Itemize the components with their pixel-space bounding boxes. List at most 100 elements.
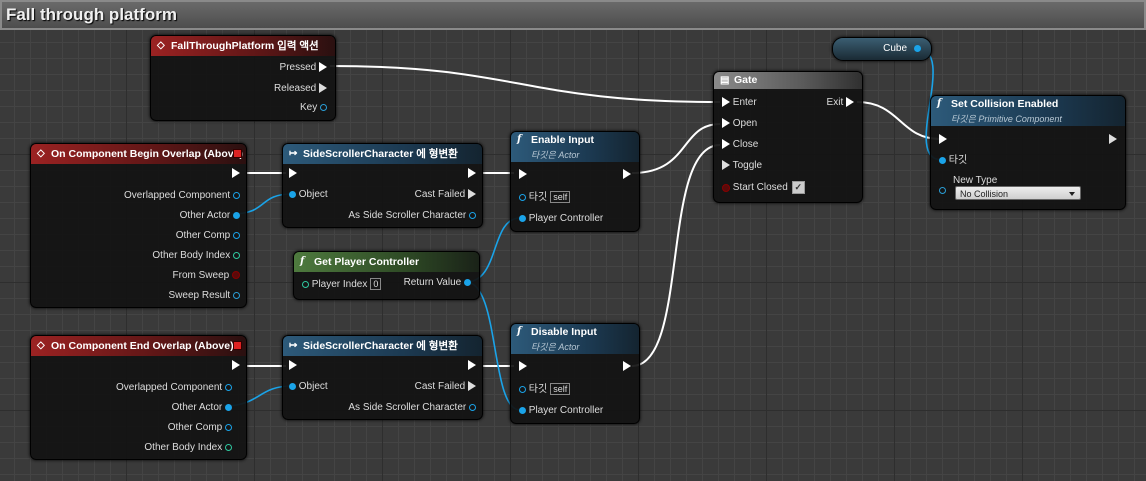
object-pin-icon[interactable] <box>225 403 232 411</box>
object-pin-icon[interactable] <box>289 382 296 390</box>
start-closed-pin[interactable]: Start Closed ✓ <box>722 181 805 194</box>
object-pin-icon[interactable] <box>519 214 526 222</box>
exec-pin-icon[interactable] <box>623 361 631 372</box>
exec-pin-icon[interactable] <box>846 97 854 108</box>
object-pin-icon[interactable] <box>289 190 296 198</box>
exec-pin-icon[interactable] <box>519 169 527 180</box>
disable-input-node[interactable]: f Disable Input 타깃은 Actor 타깃 self Player … <box>510 323 640 424</box>
overlapped-component-pin[interactable]: Overlapped Component <box>116 382 232 394</box>
close-pin[interactable]: Close <box>722 139 758 151</box>
exec-pin-icon[interactable] <box>468 189 476 200</box>
exec-pin-icon[interactable] <box>722 160 730 171</box>
exec-pin-icon[interactable] <box>468 360 476 371</box>
set-collision-enabled-node[interactable]: f Set Collision Enabled 타깃은 Primitive Co… <box>930 95 1126 210</box>
enum-pin-icon[interactable] <box>939 186 946 194</box>
other-actor-pin[interactable]: Other Actor <box>180 210 240 222</box>
object-pin-icon[interactable] <box>519 385 526 393</box>
exec-out-pin[interactable] <box>232 168 240 180</box>
int-pin-icon[interactable] <box>225 443 232 451</box>
object-pin-icon[interactable] <box>464 278 471 286</box>
as-character-pin[interactable]: As Side Scroller Character <box>348 210 476 222</box>
begin-overlap-node[interactable]: ◇ On Component Begin Overlap (Above) Ove… <box>30 143 247 308</box>
object-pin[interactable]: Object <box>289 381 328 393</box>
exec-pin-icon[interactable] <box>939 134 947 145</box>
cube-variable-node[interactable]: Cube <box>832 37 932 61</box>
object-pin-icon[interactable] <box>225 423 232 431</box>
exec-out-pin[interactable] <box>1109 134 1117 146</box>
object-pin-icon[interactable] <box>469 403 476 411</box>
target-pin[interactable]: 타깃 self <box>519 383 571 396</box>
exec-pin-icon[interactable] <box>289 168 297 179</box>
int-pin-icon[interactable] <box>302 280 309 288</box>
delegate-pin-icon[interactable] <box>233 149 242 158</box>
object-pin-icon[interactable] <box>469 211 476 219</box>
overlapped-component-pin[interactable]: Overlapped Component <box>124 190 240 202</box>
player-controller-pin[interactable]: Player Controller <box>519 213 603 225</box>
object-pin[interactable]: Object <box>289 189 328 201</box>
exec-pin-icon[interactable] <box>232 168 240 179</box>
start-closed-checkbox[interactable]: ✓ <box>791 181 805 194</box>
as-character-pin[interactable]: As Side Scroller Character <box>348 402 476 414</box>
sweep-result-pin[interactable]: Sweep Result <box>169 290 240 302</box>
return-value-pin[interactable]: Return Value <box>404 277 471 289</box>
open-pin[interactable]: Open <box>722 118 757 130</box>
struct-pin-icon[interactable] <box>320 103 327 111</box>
exec-in-pin[interactable] <box>289 360 297 372</box>
exec-pin-icon[interactable] <box>319 62 327 73</box>
other-comp-pin[interactable]: Other Comp <box>168 422 232 434</box>
object-pin-icon[interactable] <box>519 193 526 201</box>
other-body-index-pin[interactable]: Other Body Index <box>144 442 232 454</box>
exec-in-pin[interactable] <box>519 169 527 181</box>
player-index-pin[interactable]: Player Index 0 <box>302 278 382 291</box>
from-sweep-pin[interactable]: From Sweep <box>173 270 240 282</box>
object-pin-icon[interactable] <box>233 231 240 239</box>
exec-out-pin[interactable] <box>623 169 631 181</box>
bool-pin-icon[interactable] <box>232 271 240 280</box>
cast-node-begin[interactable]: ↦ SideScrollerCharacter 에 형변환 Object Cas… <box>282 143 483 228</box>
enter-pin[interactable]: Enter <box>722 97 757 109</box>
exec-pin-icon[interactable] <box>468 168 476 179</box>
object-pin-icon[interactable] <box>519 406 526 414</box>
exec-out-pin[interactable] <box>468 168 476 180</box>
exec-in-pin[interactable] <box>939 134 947 146</box>
exec-pin-icon[interactable] <box>722 97 730 108</box>
input-action-node[interactable]: ◇ FallThroughPlatform 입력 액션 Pressed Rele… <box>150 35 336 121</box>
cast-failed-pin[interactable]: Cast Failed <box>415 381 476 393</box>
struct-pin-icon[interactable] <box>233 291 240 299</box>
released-pin[interactable]: Released <box>274 83 327 95</box>
exec-pin-icon[interactable] <box>468 381 476 392</box>
gate-node[interactable]: ▤ Gate Enter Exit Open Close Toggle Star… <box>713 71 863 203</box>
exec-pin-icon[interactable] <box>232 360 240 371</box>
end-overlap-node[interactable]: ◇ On Component End Overlap (Above) Overl… <box>30 335 247 460</box>
cast-node-end[interactable]: ↦ SideScrollerCharacter 에 형변환 Object Cas… <box>282 335 483 420</box>
exec-out-pin[interactable] <box>232 360 240 372</box>
key-pin[interactable]: Key <box>300 102 327 114</box>
exec-pin-icon[interactable] <box>319 83 327 94</box>
int-pin-icon[interactable] <box>233 251 240 259</box>
delegate-pin-icon[interactable] <box>233 341 242 350</box>
new-type-dropdown[interactable]: No Collision <box>955 186 1081 200</box>
exec-pin-icon[interactable] <box>519 361 527 372</box>
enable-input-node[interactable]: f Enable Input 타깃은 Actor 타깃 self Player C… <box>510 131 640 232</box>
other-comp-pin[interactable]: Other Comp <box>176 230 240 242</box>
other-actor-pin[interactable]: Other Actor <box>172 402 232 414</box>
exec-in-pin[interactable] <box>519 361 527 373</box>
exec-pin-icon[interactable] <box>289 360 297 371</box>
exec-out-pin[interactable] <box>468 360 476 372</box>
exec-pin-icon[interactable] <box>722 139 730 150</box>
exec-in-pin[interactable] <box>289 168 297 180</box>
other-body-index-pin[interactable]: Other Body Index <box>152 250 240 262</box>
object-pin-icon[interactable] <box>225 383 232 391</box>
get-player-controller-node[interactable]: f Get Player Controller Player Index 0 Re… <box>293 251 480 300</box>
pressed-pin[interactable]: Pressed <box>280 62 327 74</box>
target-pin[interactable]: 타깃 <box>939 155 967 167</box>
exit-pin[interactable]: Exit <box>827 97 854 109</box>
object-pin-icon[interactable] <box>233 211 240 219</box>
exec-pin-icon[interactable] <box>722 118 730 129</box>
exec-out-pin[interactable] <box>623 361 631 373</box>
object-pin-icon[interactable] <box>914 45 921 52</box>
new-type-pin[interactable] <box>939 185 946 197</box>
player-index-input[interactable]: 0 <box>370 278 382 290</box>
bool-pin-icon[interactable] <box>722 183 730 192</box>
object-pin-icon[interactable] <box>233 191 240 199</box>
